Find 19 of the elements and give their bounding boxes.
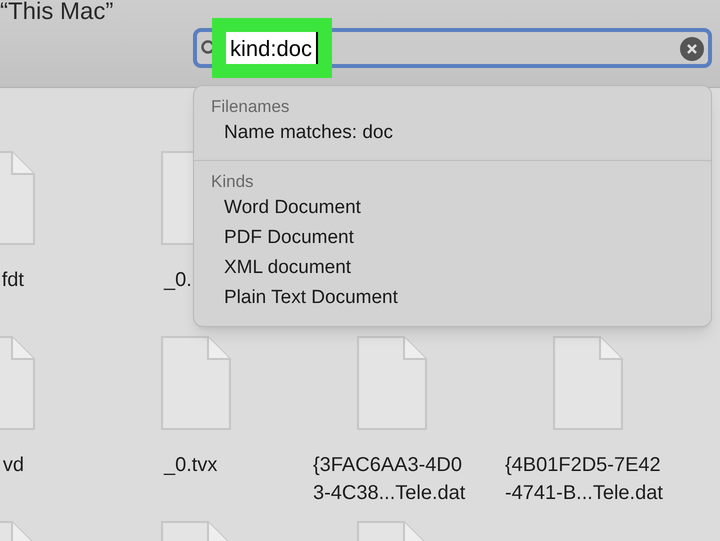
file-name: {4B01F2D5-7E42 -4741-B...Tele.dat bbox=[505, 453, 663, 506]
search-scope-label: “This Mac” bbox=[0, 0, 114, 26]
file-name: vd bbox=[2, 453, 24, 478]
file-name: _0. bbox=[164, 268, 192, 293]
document-icon bbox=[552, 335, 624, 431]
suggestion-item[interactable]: Name matches: doc bbox=[194, 118, 711, 148]
suggestion-item[interactable]: Word Document bbox=[194, 193, 711, 223]
file-name: {3FAC6AA3-4D0 3-4C38...Tele.dat bbox=[313, 453, 466, 506]
suggestion-item[interactable]: XML document bbox=[194, 253, 711, 283]
suggestion-item[interactable]: PDF Document bbox=[194, 223, 711, 253]
section-header: Kinds bbox=[210, 171, 255, 193]
search-query: kind:doc bbox=[226, 32, 318, 64]
document-icon bbox=[356, 335, 428, 431]
section-header: Filenames bbox=[210, 96, 290, 118]
suggestion-item[interactable]: Plain Text Document bbox=[194, 283, 711, 313]
file-name: _0.tvx bbox=[164, 453, 218, 478]
file-name: fdt bbox=[2, 268, 24, 293]
clear-icon[interactable] bbox=[680, 37, 704, 61]
document-icon bbox=[160, 335, 232, 431]
